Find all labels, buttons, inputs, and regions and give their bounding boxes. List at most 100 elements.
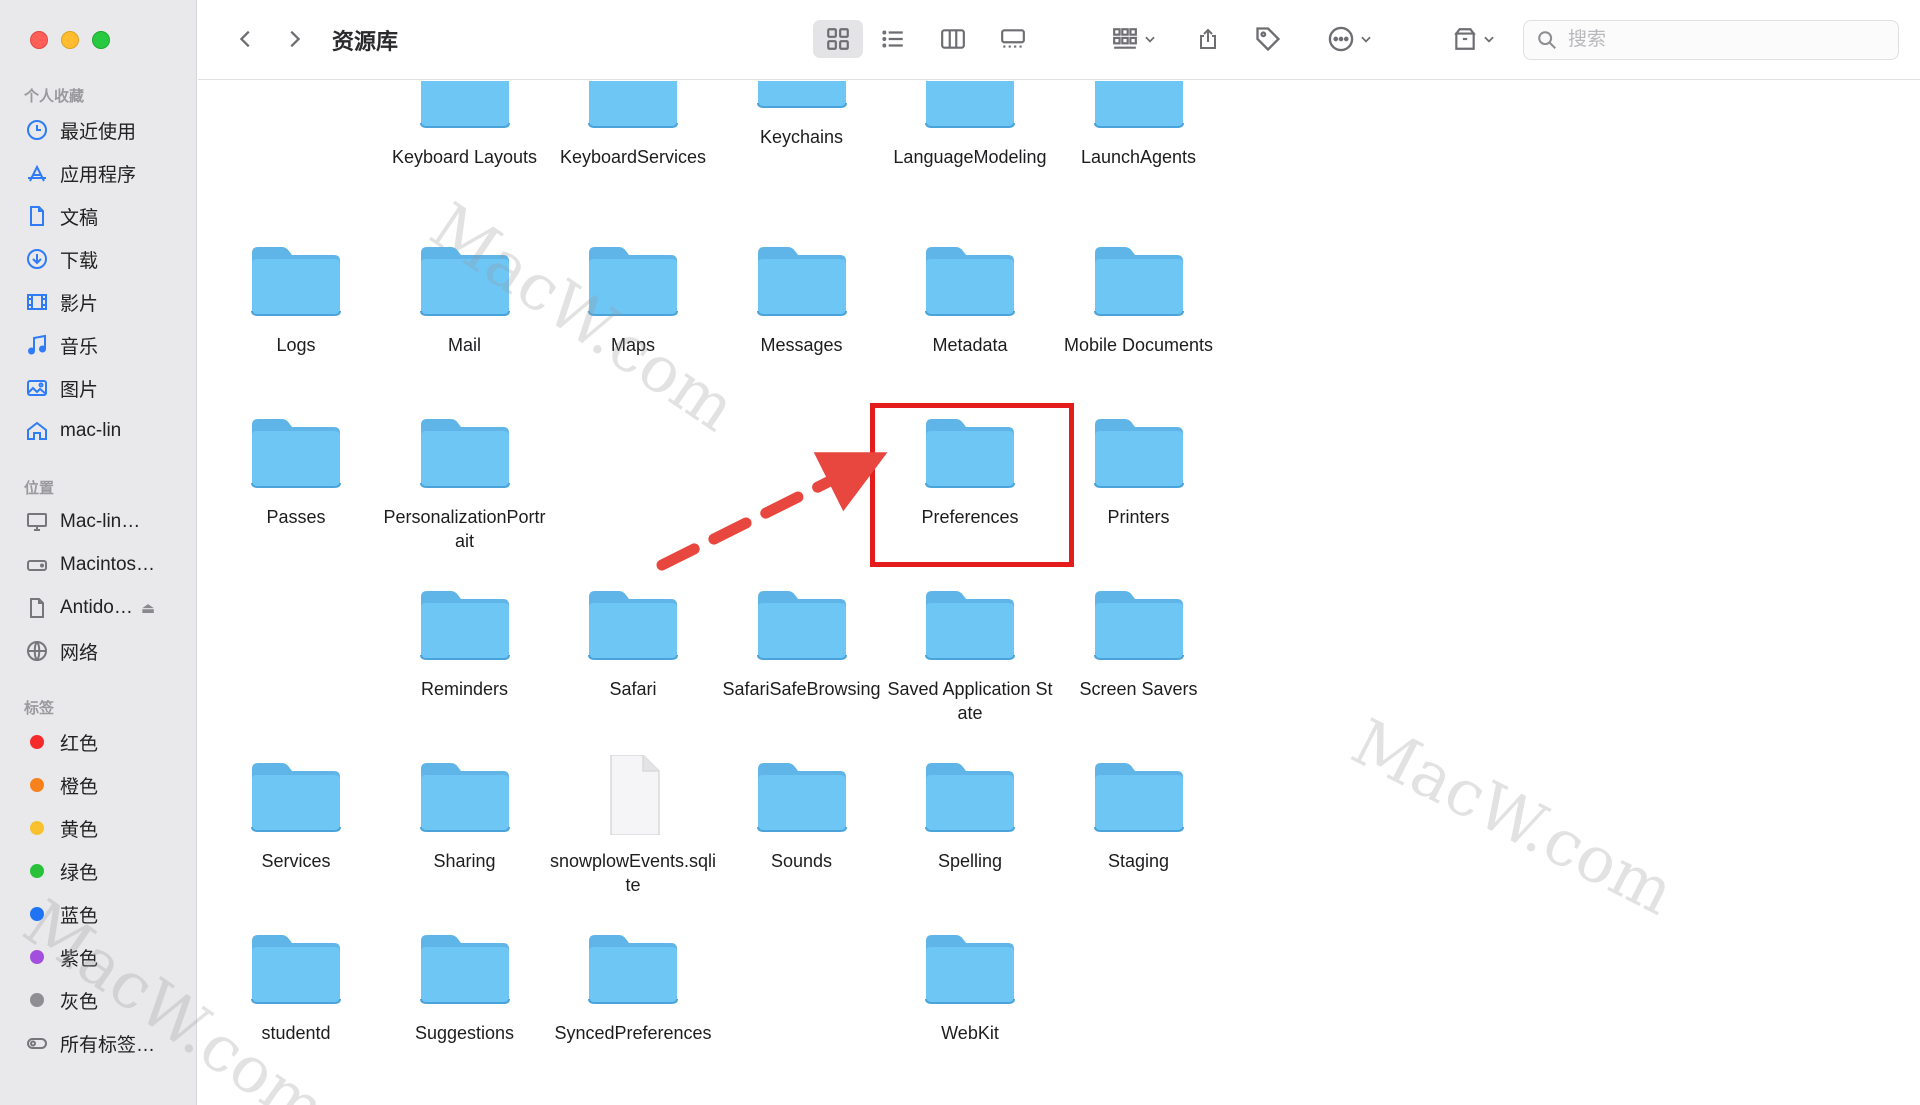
forward-button[interactable] bbox=[276, 20, 312, 58]
sidebar-tag-gray[interactable]: 灰色 bbox=[24, 983, 184, 1017]
file-name: snowplowEvents.sqlite bbox=[549, 851, 717, 895]
folder-icon bbox=[1093, 247, 1184, 316]
sidebar-item-documents[interactable]: 文稿 bbox=[24, 199, 184, 233]
file-name: Reminders bbox=[420, 679, 509, 699]
search-input[interactable] bbox=[1568, 29, 1868, 51]
sidebar-item-antidote[interactable]: Antido… ⏏ bbox=[24, 591, 184, 625]
sidebar-item-macintosh-hd[interactable]: Macintos… bbox=[24, 548, 184, 582]
file-item[interactable]: KeyboardServices bbox=[549, 81, 717, 169]
file-item[interactable]: Sharing bbox=[381, 755, 549, 873]
extension-button[interactable] bbox=[1446, 20, 1502, 58]
music-icon bbox=[24, 332, 50, 358]
sidebar-item-applications[interactable]: 应用程序 bbox=[24, 156, 184, 190]
minimize-window-button[interactable] bbox=[61, 31, 79, 49]
highlight-box bbox=[870, 403, 1074, 567]
sidebar-item-label: 红色 bbox=[60, 733, 99, 755]
list-view-button[interactable] bbox=[868, 20, 918, 58]
folder-icon bbox=[925, 763, 1015, 832]
sidebar-item-network[interactable]: 网络 bbox=[24, 634, 184, 668]
file-item[interactable]: Screen Savers bbox=[1055, 583, 1223, 701]
file-item[interactable]: SyncedPreferences bbox=[549, 927, 717, 1045]
file-name: Staging bbox=[1107, 851, 1170, 871]
file-item[interactable]: studentd bbox=[212, 927, 380, 1045]
file-item[interactable]: Staging bbox=[1055, 755, 1223, 873]
gallery-view-button[interactable] bbox=[988, 20, 1038, 58]
sidebar-tag-orange[interactable]: 橙色 bbox=[24, 768, 184, 802]
sidebar: 个人收藏 最近使用 应用程序 文稿 下载 影片 音乐 图片 mac-lin 位置… bbox=[0, 0, 197, 1105]
zoom-window-button[interactable] bbox=[92, 31, 110, 49]
sidebar-item-label: 下载 bbox=[60, 250, 99, 272]
file-name: PersonalizationPortrait bbox=[383, 507, 546, 551]
chevron-down-icon bbox=[1484, 36, 1494, 43]
file-item[interactable]: Saved Application State bbox=[886, 583, 1054, 725]
sidebar-item-movies[interactable]: 影片 bbox=[24, 285, 184, 319]
eject-icon[interactable]: ⏏ bbox=[141, 599, 155, 617]
more-actions-button[interactable] bbox=[1320, 20, 1380, 58]
folder-icon bbox=[756, 81, 847, 108]
icon-view-button[interactable] bbox=[813, 20, 863, 58]
file-item[interactable]: snowplowEvents.sqlite bbox=[549, 755, 717, 897]
file-item[interactable]: SafariSafeBrowsing bbox=[718, 583, 886, 701]
share-button[interactable] bbox=[1188, 20, 1228, 58]
search-field[interactable] bbox=[1523, 20, 1899, 60]
sidebar-section-tags: 标签 bbox=[24, 700, 55, 717]
back-button[interactable] bbox=[228, 20, 264, 58]
file-item[interactable]: Passes bbox=[212, 411, 380, 529]
file-name: Mail bbox=[447, 335, 481, 355]
file-item[interactable]: Services bbox=[212, 755, 380, 873]
file-item[interactable]: PersonalizationPortrait bbox=[381, 411, 549, 553]
sidebar-item-recents[interactable]: 最近使用 bbox=[24, 113, 184, 147]
file-item[interactable]: Logs bbox=[212, 239, 380, 357]
folder-icon bbox=[756, 591, 847, 660]
sidebar-item-music[interactable]: 音乐 bbox=[24, 328, 184, 362]
photo-icon bbox=[24, 375, 50, 401]
sidebar-tag-purple[interactable]: 紫色 bbox=[24, 940, 184, 974]
file-item[interactable]: LanguageModeling bbox=[886, 81, 1054, 169]
file-item[interactable]: WebKit bbox=[886, 927, 1054, 1045]
folder-icon bbox=[419, 419, 510, 488]
folder-icon bbox=[251, 935, 341, 1004]
file-item[interactable]: Maps bbox=[549, 239, 717, 357]
sidebar-item-label: 音乐 bbox=[60, 336, 99, 358]
group-by-button[interactable] bbox=[1104, 20, 1164, 58]
file-item[interactable]: Messages bbox=[718, 239, 886, 357]
tag-color-dot bbox=[30, 907, 44, 921]
file-item[interactable]: Spelling bbox=[886, 755, 1054, 873]
sidebar-item-label: 应用程序 bbox=[60, 164, 137, 186]
file-item[interactable]: LaunchAgents bbox=[1055, 81, 1223, 169]
close-window-button[interactable] bbox=[30, 31, 48, 49]
file-item[interactable]: Printers bbox=[1055, 411, 1223, 529]
sidebar-tag-yellow[interactable]: 黄色 bbox=[24, 811, 184, 845]
file-item[interactable]: Metadata bbox=[886, 239, 1054, 357]
sidebar-section-favorites: 个人收藏 bbox=[24, 88, 85, 105]
sidebar-item-downloads[interactable]: 下载 bbox=[24, 242, 184, 276]
file-item[interactable]: Safari bbox=[549, 583, 717, 701]
sidebar-tag-blue[interactable]: 蓝色 bbox=[24, 897, 184, 931]
document-file-icon bbox=[610, 755, 660, 835]
file-item[interactable]: Keychains bbox=[718, 81, 886, 149]
file-item[interactable]: Reminders bbox=[381, 583, 549, 701]
sidebar-tag-all[interactable]: 所有标签… bbox=[24, 1026, 184, 1060]
file-name: Services bbox=[261, 851, 331, 871]
file-item[interactable]: Sounds bbox=[718, 755, 886, 873]
sidebar-item-pictures[interactable]: 图片 bbox=[24, 371, 184, 405]
file-item[interactable]: Mobile Documents bbox=[1055, 239, 1223, 357]
file-name: Safari bbox=[609, 679, 657, 699]
file-name: Messages bbox=[760, 335, 843, 355]
sidebar-tag-green[interactable]: 绿色 bbox=[24, 854, 184, 888]
sidebar-item-mac-lin[interactable]: Mac-lin… bbox=[24, 505, 184, 539]
folder-icon bbox=[925, 81, 1015, 128]
column-view-button[interactable] bbox=[928, 20, 978, 58]
file-item[interactable]: Suggestions bbox=[381, 927, 549, 1045]
sidebar-item-label: 影片 bbox=[60, 293, 99, 315]
file-name: Mobile Documents bbox=[1063, 335, 1214, 355]
chevron-down-icon bbox=[1145, 36, 1155, 43]
file-item[interactable]: Mail bbox=[381, 239, 549, 357]
sidebar-tag-red[interactable]: 红色 bbox=[24, 725, 184, 759]
apps-icon bbox=[24, 160, 50, 186]
tag-button[interactable] bbox=[1248, 20, 1288, 58]
file-item[interactable]: Keyboard Layouts bbox=[381, 81, 549, 169]
file-name: Logs bbox=[276, 335, 316, 355]
chevron-right-icon bbox=[290, 30, 301, 48]
sidebar-item-home[interactable]: mac-lin bbox=[24, 414, 184, 448]
